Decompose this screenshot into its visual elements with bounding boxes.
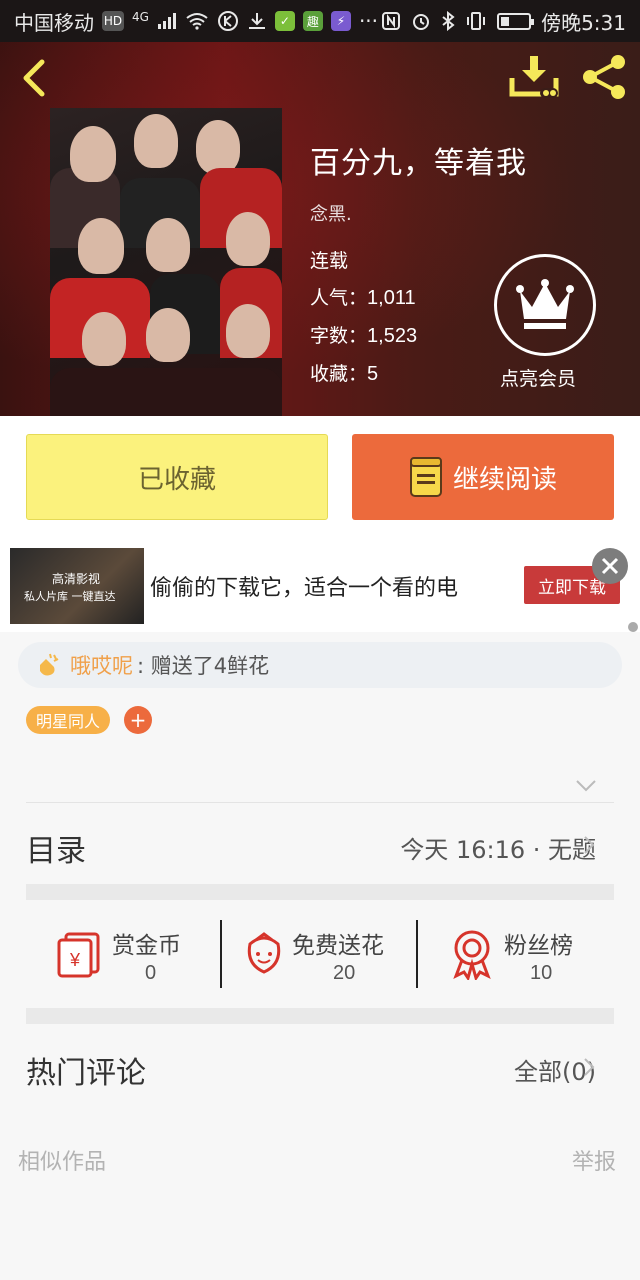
back-arrow-icon xyxy=(23,59,45,97)
flower-icon xyxy=(247,932,281,974)
word-count-label: 字数： xyxy=(310,325,368,347)
divider xyxy=(26,802,614,803)
alarm-icon xyxy=(411,11,431,31)
book-author[interactable]: 念黑. xyxy=(310,200,352,226)
fan-ranking-stat[interactable]: 粉丝榜 10 xyxy=(450,922,600,988)
gift-sender[interactable]: 哦哎呢 xyxy=(70,650,133,680)
clap-icon xyxy=(40,653,59,676)
favorites-value: 5 xyxy=(367,363,379,385)
vibrate-icon xyxy=(465,11,487,31)
app-purple-icon: ⚡ xyxy=(330,11,351,31)
catalog-latest-chapter[interactable]: 今天 16:16 · 无题 xyxy=(400,830,596,865)
tag-chip[interactable]: 明星同人 xyxy=(26,706,111,734)
continue-reading-button[interactable]: 继续阅读 xyxy=(352,434,614,520)
ad-thumbnail[interactable]: 高清影视 私人片库 一键直达 xyxy=(10,548,144,624)
section-separator xyxy=(26,1008,614,1024)
stat-divider xyxy=(416,920,418,988)
favorited-button[interactable]: 已收藏 xyxy=(26,434,328,520)
reward-coin-value: 0 xyxy=(145,962,157,984)
signal-icon xyxy=(157,12,177,30)
book-header: 百分九，等着我 念黑. 连载 人气：1,011 字数：1,523 收藏：5 点亮… xyxy=(0,42,640,416)
ad-close-button[interactable] xyxy=(592,548,628,584)
favorites-stat: 收藏：5 xyxy=(310,359,378,386)
gift-notice[interactable]: 哦哎呢 : 赠送了4鲜花 xyxy=(18,642,622,688)
popularity-label: 人气： xyxy=(310,287,368,309)
crown-icon xyxy=(516,279,574,329)
ad-thumb-subtitle: 私人片库 一键直达 xyxy=(24,590,116,603)
book-icon xyxy=(409,457,442,497)
back-button[interactable] xyxy=(16,56,56,100)
red-envelope-icon: ¥ xyxy=(57,932,100,978)
gift-message: : 赠送了4鲜花 xyxy=(137,654,270,678)
report-button[interactable]: 举报 xyxy=(572,1144,616,1176)
ad-marker-icon xyxy=(628,622,638,632)
medal-icon xyxy=(453,930,491,980)
share-icon xyxy=(583,55,625,99)
section-separator xyxy=(26,884,614,900)
book-status: 连载 xyxy=(310,250,349,272)
hd-icon: HD xyxy=(102,11,124,31)
expand-button[interactable] xyxy=(574,776,598,796)
comments-chevron-right-icon[interactable] xyxy=(582,1056,596,1078)
word-count-value: 1,523 xyxy=(367,325,418,347)
carrier-label: 中国移动 xyxy=(14,10,94,35)
popularity-stat: 人气：1,011 xyxy=(310,283,416,310)
book-cover-image[interactable] xyxy=(50,108,282,416)
hot-comments-title: 热门评论 xyxy=(26,1056,146,1091)
close-icon xyxy=(601,557,619,575)
vip-label[interactable]: 点亮会员 xyxy=(500,364,576,391)
status-bar: 中国移动 HD 4G ✓ 趣 ⚡ ··· 傍晚5:31 xyxy=(0,0,640,42)
popularity-value: 1,011 xyxy=(367,287,416,309)
app-green-icon: ✓ xyxy=(274,11,295,31)
k-icon xyxy=(217,10,239,32)
stat-divider xyxy=(220,920,222,988)
more-notifications: ··· xyxy=(358,9,379,33)
app-qu-icon: 趣 xyxy=(302,11,323,31)
battery-icon xyxy=(497,12,535,30)
free-flower-stat[interactable]: 免费送花 20 xyxy=(240,922,410,988)
ad-thumb-title: 高清影视 xyxy=(52,572,101,586)
wifi-icon xyxy=(185,12,209,30)
catalog-chevron-right-icon[interactable] xyxy=(582,834,596,856)
book-title: 百分九，等着我 xyxy=(310,146,527,181)
add-tag-button[interactable]: + xyxy=(124,706,152,734)
network-label: 4G xyxy=(132,10,149,24)
fan-ranking-value: 10 xyxy=(530,962,553,984)
chevron-down-icon xyxy=(576,780,596,792)
free-flower-label: 免费送花 xyxy=(292,933,384,959)
vip-button[interactable] xyxy=(494,254,596,356)
free-flower-value: 20 xyxy=(333,962,356,984)
download-icon xyxy=(509,56,559,98)
ad-banner[interactable]: 高清影视 私人片库 一键直达 偷偷的下载它，适合一个看的电 立即下载 xyxy=(0,540,640,632)
svg-text:¥: ¥ xyxy=(69,950,81,970)
catalog-title[interactable]: 目录 xyxy=(26,826,86,870)
continue-reading-label: 继续阅读 xyxy=(452,464,557,495)
fan-ranking-label: 粉丝榜 xyxy=(504,933,573,959)
download-icon xyxy=(247,11,267,31)
reward-coin-stat[interactable]: ¥ 赏金币 0 xyxy=(56,922,206,988)
word-count-stat: 字数：1,523 xyxy=(310,321,417,348)
action-bar: 已收藏 继续阅读 xyxy=(0,416,640,540)
reward-coin-label: 赏金币 xyxy=(112,933,181,959)
similar-works-label[interactable]: 相似作品 xyxy=(18,1144,106,1176)
clock: 傍晚5:31 xyxy=(541,10,626,35)
bluetooth-icon xyxy=(441,11,455,31)
share-button[interactable] xyxy=(578,52,630,102)
favorites-label: 收藏： xyxy=(310,363,368,385)
download-button[interactable] xyxy=(506,54,562,102)
ad-text[interactable]: 偷偷的下载它，适合一个看的电 xyxy=(150,570,458,602)
nfc-icon xyxy=(381,11,401,31)
